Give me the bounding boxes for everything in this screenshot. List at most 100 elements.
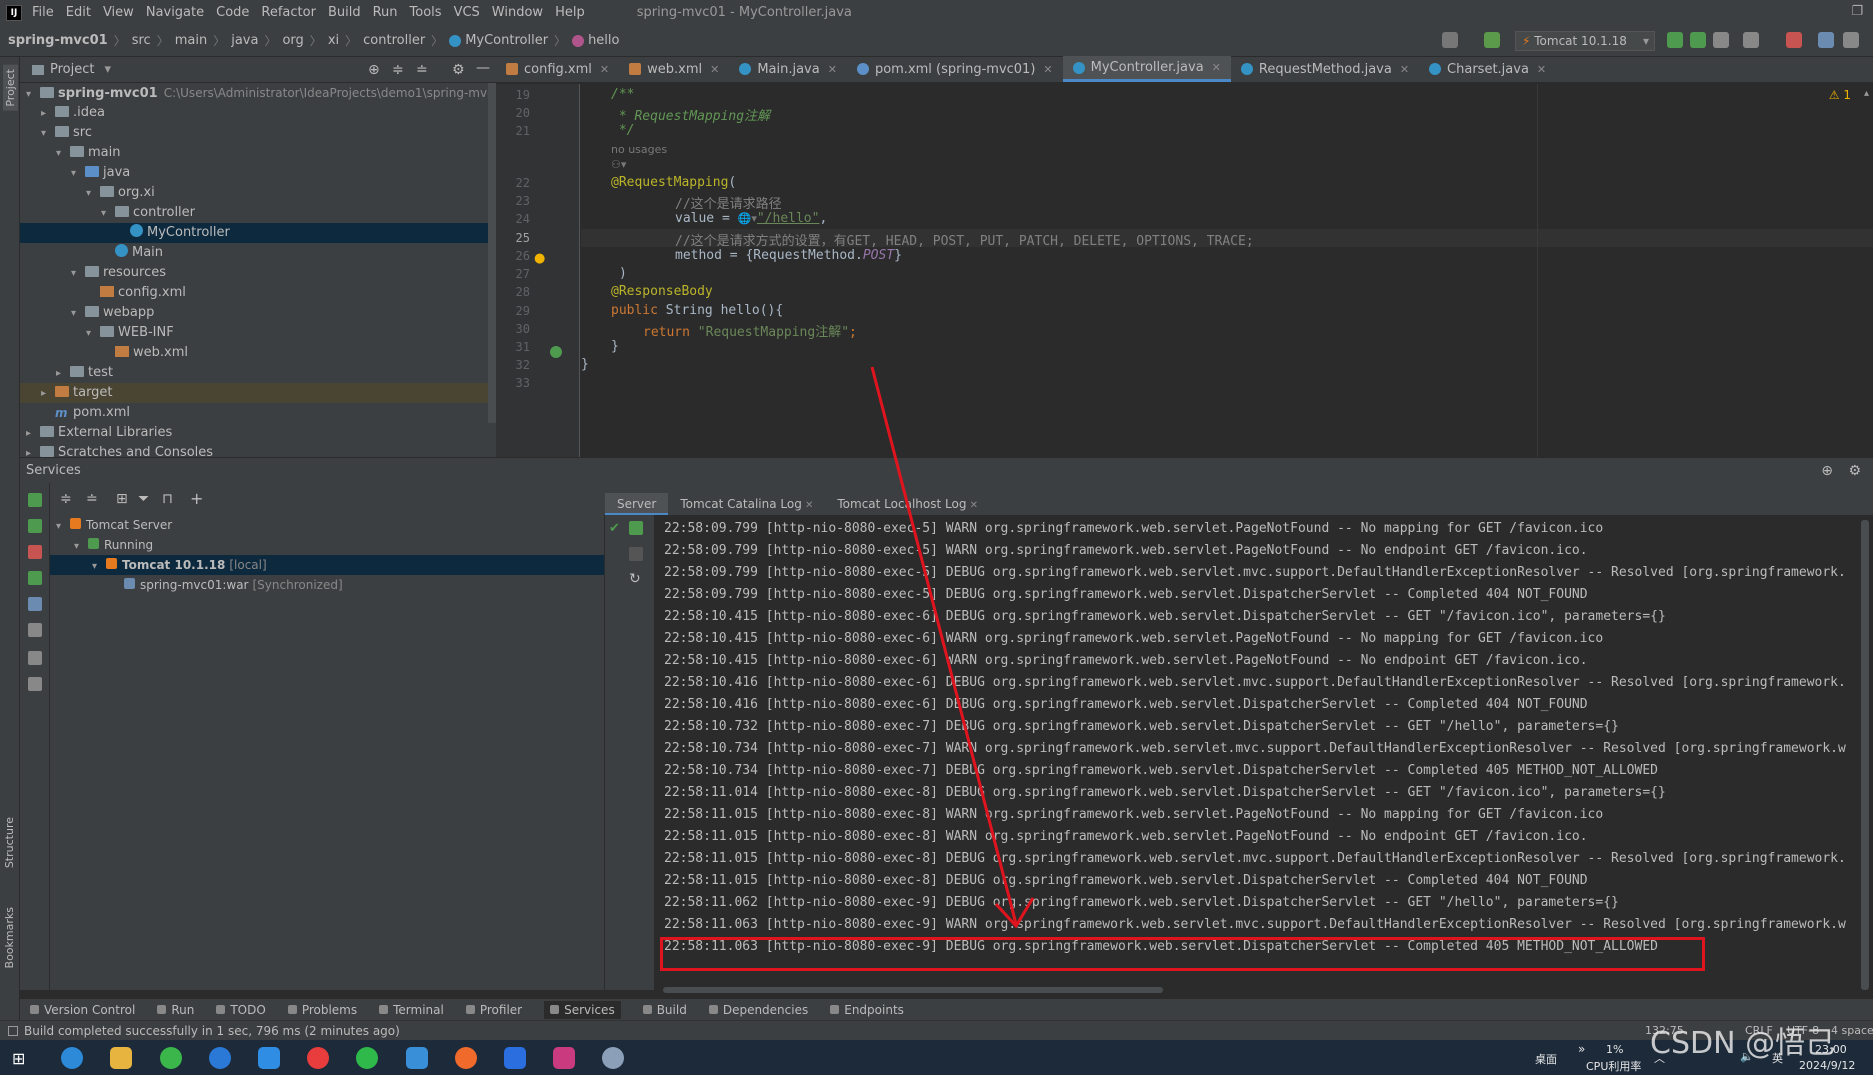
windows-start-icon[interactable]: ⊞: [12, 1049, 25, 1068]
project-tree-item[interactable]: ▾ resources: [20, 263, 496, 283]
expand-arrow-icon[interactable]: ▸: [26, 424, 40, 444]
wrench-icon[interactable]: [28, 623, 42, 637]
expand-arrow-icon[interactable]: ▸: [56, 364, 70, 384]
tool-window-button[interactable]: Services: [544, 1000, 621, 1019]
deploy-icon[interactable]: [28, 571, 42, 585]
rerun-icon[interactable]: [1667, 32, 1683, 48]
close-tab-icon[interactable]: ✕: [600, 63, 609, 76]
new-tab-icon[interactable]: ⊓: [162, 491, 173, 507]
tool-window-button[interactable]: Build: [642, 1003, 687, 1017]
lightbulb-icon[interactable]: ●: [534, 251, 545, 266]
expand-arrow-icon[interactable]: ▾: [101, 204, 115, 224]
project-tree-item[interactable]: config.xml: [20, 283, 496, 303]
project-tree-item[interactable]: m pom.xml: [20, 403, 496, 423]
project-tree-item[interactable]: ▾ spring-mvc01 C:\Users\Administrator\Idea…: [20, 83, 496, 103]
run-gutter-icon[interactable]: [550, 346, 562, 358]
browser-green-icon[interactable]: [160, 1047, 182, 1069]
expand-all-icon[interactable]: ≑: [60, 491, 72, 507]
gear-icon[interactable]: ⚙: [1848, 463, 1861, 479]
tool-window-button[interactable]: Profiler: [465, 1003, 522, 1017]
menu-help[interactable]: Help: [555, 5, 585, 20]
project-tree-item[interactable]: ▾ WEB-INF: [20, 323, 496, 343]
menu-navigate[interactable]: Navigate: [146, 5, 204, 20]
editor-tab[interactable]: RequestMethod.java ✕: [1231, 56, 1419, 82]
menu-code[interactable]: Code: [216, 5, 249, 20]
wps-icon[interactable]: [504, 1047, 526, 1069]
expand-arrow-icon[interactable]: ▾: [71, 164, 85, 184]
tool-window-button[interactable]: TODO: [216, 1003, 266, 1017]
breadcrumb-controller[interactable]: controller: [363, 33, 425, 48]
hide-icon[interactable]: —: [476, 60, 490, 76]
service-tree-item[interactable]: ▾ Tomcat Server: [50, 515, 604, 535]
expand-arrow-icon[interactable]: ▾: [71, 264, 85, 284]
project-tree-item[interactable]: ▾ main: [20, 143, 496, 163]
project-tree-item[interactable]: ▾ src: [20, 123, 496, 143]
edge-browser-icon[interactable]: [61, 1047, 83, 1069]
expand-arrow-icon[interactable]: ▾: [74, 537, 88, 557]
project-tree-item[interactable]: Main: [20, 243, 496, 263]
close-tab-icon[interactable]: ✕: [966, 500, 978, 511]
scrollbar[interactable]: [488, 83, 496, 423]
chevron-down-icon[interactable]: ▾: [104, 62, 111, 77]
close-tab-icon[interactable]: ✕: [1400, 63, 1409, 76]
expand-arrow-icon[interactable]: ▾: [41, 124, 55, 144]
editor-tab[interactable]: Charset.java ✕: [1419, 56, 1556, 82]
project-tree-item[interactable]: ▾ org.xi: [20, 183, 496, 203]
menu-view[interactable]: View: [103, 5, 134, 20]
intellij-icon[interactable]: [553, 1047, 575, 1069]
artifact-icon[interactable]: [28, 597, 42, 611]
menu-tools[interactable]: Tools: [410, 5, 442, 20]
code-editor[interactable]: ⚠ 1 ▴ /** * RequestMapping注解 */ no usage…: [581, 84, 1873, 457]
breadcrumb-src[interactable]: src: [132, 33, 151, 48]
editor-tab[interactable]: MyController.java ✕: [1062, 56, 1231, 82]
project-tree-item[interactable]: MyController: [20, 223, 496, 243]
build-hammer-icon[interactable]: [1484, 32, 1500, 48]
stop-icon[interactable]: [1786, 32, 1802, 48]
log-tab[interactable]: Server: [605, 493, 669, 515]
menu-build[interactable]: Build: [328, 5, 361, 20]
expand-all-icon[interactable]: ≑: [392, 62, 404, 78]
deploy-icon[interactable]: [629, 521, 643, 535]
desktop-label[interactable]: 桌面: [1535, 1051, 1557, 1067]
breadcrumb-class[interactable]: MyController: [465, 33, 548, 48]
globe-icon[interactable]: ⊕: [1821, 463, 1833, 479]
restore-window-icon[interactable]: ❐: [1851, 4, 1863, 19]
coverage-icon[interactable]: [1713, 32, 1729, 48]
tool-window-button[interactable]: Endpoints: [830, 1003, 904, 1017]
expand-arrow-icon[interactable]: ▸: [41, 384, 55, 404]
gear-icon[interactable]: ⚙: [452, 62, 465, 78]
collapse-all-icon[interactable]: ≐: [416, 62, 428, 78]
expand-arrow-icon[interactable]: ▸: [26, 444, 40, 457]
file-explorer-icon[interactable]: [110, 1047, 132, 1069]
warning-icon[interactable]: ⚠ 1: [1829, 88, 1851, 102]
chevron-up-icon[interactable]: ▴: [1864, 88, 1869, 99]
menu-run[interactable]: Run: [373, 5, 398, 20]
server-log-output[interactable]: 22:58:09.799 [http-nio-8080-exec-5] WARN…: [655, 515, 1873, 990]
rerun-icon[interactable]: [28, 493, 42, 507]
group-by-icon[interactable]: ⊞: [116, 491, 128, 507]
project-tree-item[interactable]: ▸ target: [20, 383, 496, 403]
tool-window-button[interactable]: Run: [157, 1003, 194, 1017]
tool-window-button[interactable]: Problems: [287, 1003, 357, 1017]
breadcrumb-xi[interactable]: xi: [328, 33, 339, 48]
bookmarks-tool-button[interactable]: Bookmarks: [3, 907, 16, 968]
menu-vcs[interactable]: VCS: [454, 5, 480, 20]
netease-music-icon[interactable]: [307, 1047, 329, 1069]
tool-window-button[interactable]: Dependencies: [708, 1003, 808, 1017]
menu-file[interactable]: File: [32, 5, 54, 20]
project-tree-item[interactable]: ▸ test: [20, 363, 496, 383]
run-configuration-selector[interactable]: ⚡ Tomcat 10.1.18 ▾: [1515, 31, 1655, 51]
locate-icon[interactable]: ⊕: [368, 62, 380, 78]
translate-icon[interactable]: [1818, 32, 1834, 48]
editor-tab[interactable]: web.xml ✕: [619, 56, 729, 82]
app-icon[interactable]: [602, 1047, 624, 1069]
close-tab-icon[interactable]: ✕: [828, 63, 837, 76]
layout-icon[interactable]: [28, 677, 42, 691]
project-tree-item[interactable]: ▾ controller: [20, 203, 496, 223]
tool-window-button[interactable]: Version Control: [30, 1003, 135, 1017]
service-tree-item[interactable]: spring-mvc01:war [Synchronized]: [50, 575, 604, 595]
breadcrumb-project[interactable]: spring-mvc01: [8, 33, 108, 48]
project-tree-item[interactable]: web.xml: [20, 343, 496, 363]
breadcrumb-org[interactable]: org: [282, 33, 303, 48]
usages-hint[interactable]: no usages: [611, 143, 667, 156]
